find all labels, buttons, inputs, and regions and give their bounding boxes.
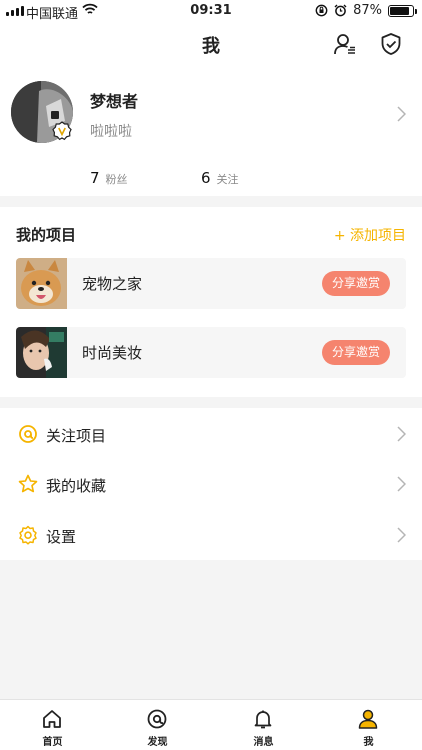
projects-section: 我的项目 + 添加项目 宠物之家 分享邀赏 时尚美妆 分享邀赏 xyxy=(0,207,422,397)
user-icon xyxy=(358,709,378,729)
project-item[interactable]: 宠物之家 分享邀赏 xyxy=(16,258,406,309)
tab-bar: 首页 发现 消息 我 xyxy=(0,699,422,750)
menu-item-settings[interactable]: 设置 xyxy=(0,510,422,560)
followers-label: 粉丝 xyxy=(105,173,128,186)
status-bar: 中国联通 09:31 87% xyxy=(0,0,422,22)
at-circle-icon xyxy=(19,425,37,443)
project-name: 宠物之家 xyxy=(82,275,143,293)
menu-item-label: 设置 xyxy=(46,528,77,546)
menu-item-followed-projects[interactable]: 关注项目 xyxy=(0,409,422,459)
shield-check-icon[interactable] xyxy=(378,31,404,57)
share-invite-button[interactable]: 分享邀赏 xyxy=(321,340,390,365)
tab-discover[interactable]: 发现 xyxy=(105,700,210,750)
add-project-button[interactable]: + 添加项目 xyxy=(334,225,406,245)
following-stat[interactable]: 6 关注 xyxy=(201,169,239,187)
following-label: 关注 xyxy=(216,173,239,186)
alarm-icon xyxy=(334,4,347,17)
tab-me[interactable]: 我 xyxy=(316,700,421,750)
home-icon xyxy=(43,710,61,728)
profile-card[interactable]: 梦想者 啦啦啦 7 粉丝 6 关注 xyxy=(0,66,422,196)
menu-item-label: 关注项目 xyxy=(46,427,107,445)
gear-icon xyxy=(19,525,37,545)
profile-name: 梦想者 xyxy=(90,92,139,111)
nav-bar: 我 xyxy=(0,22,422,66)
bell-icon xyxy=(254,710,272,729)
star-icon xyxy=(18,474,38,493)
tab-label: 消息 xyxy=(253,737,274,748)
chevron-right-icon xyxy=(397,527,406,543)
tab-messages[interactable]: 消息 xyxy=(211,700,316,750)
following-count: 6 xyxy=(201,169,211,187)
share-invite-button[interactable]: 分享邀赏 xyxy=(321,271,390,296)
discover-icon xyxy=(147,709,167,729)
project-thumbnail xyxy=(16,327,67,378)
battery-icon xyxy=(388,4,417,17)
menu-list: 关注项目 我的收藏 设置 xyxy=(0,408,422,560)
menu-item-favorites[interactable]: 我的收藏 xyxy=(0,459,422,509)
project-name: 时尚美妆 xyxy=(82,344,143,362)
tab-home[interactable]: 首页 xyxy=(0,700,105,750)
tab-label: 首页 xyxy=(42,737,63,748)
followers-stat[interactable]: 7 粉丝 xyxy=(90,169,128,187)
project-item[interactable]: 时尚美妆 分享邀赏 xyxy=(16,327,406,378)
chevron-right-icon xyxy=(397,476,406,492)
chevron-right-icon xyxy=(397,106,406,122)
verified-badge-icon xyxy=(52,121,72,141)
battery-percent: 87% xyxy=(353,3,382,18)
tab-label: 发现 xyxy=(147,737,168,748)
projects-heading: 我的项目 xyxy=(16,226,77,244)
tab-label: 我 xyxy=(363,737,374,748)
chevron-right-icon xyxy=(397,426,406,442)
followers-count: 7 xyxy=(90,169,100,187)
user-list-icon[interactable] xyxy=(332,31,358,57)
profile-bio: 啦啦啦 xyxy=(90,124,132,140)
rotation-lock-icon xyxy=(315,4,328,17)
page-title: 我 xyxy=(202,36,220,57)
menu-item-label: 我的收藏 xyxy=(46,477,107,495)
project-thumbnail xyxy=(16,258,67,309)
